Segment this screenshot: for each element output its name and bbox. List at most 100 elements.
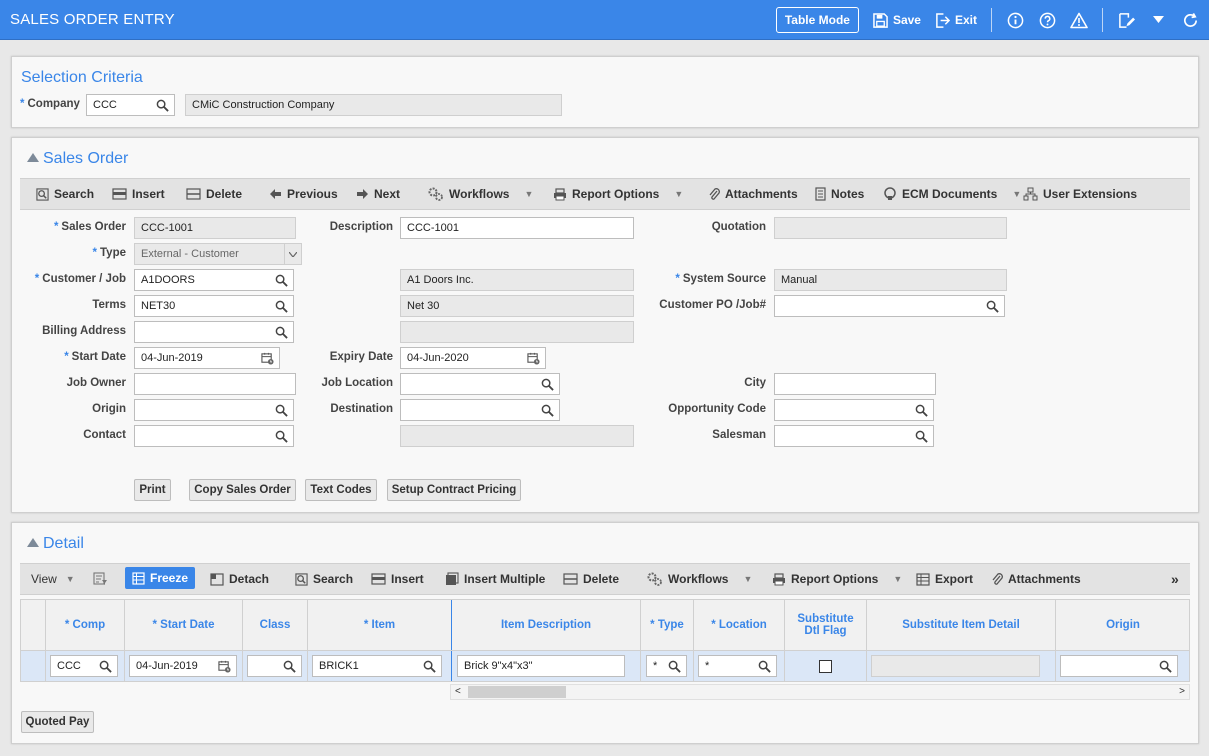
job-location-field[interactable] [400, 373, 560, 395]
destination-field[interactable] [400, 399, 560, 421]
detail-workflows-button[interactable]: Workflows ▼ [647, 572, 752, 586]
info-icon[interactable] [1006, 11, 1024, 29]
search-icon[interactable] [283, 660, 296, 673]
save-button[interactable]: Save [873, 12, 921, 28]
column-header-type[interactable]: * Type [641, 600, 694, 650]
search-icon[interactable] [1159, 660, 1172, 673]
item-field[interactable]: BRICK1 [312, 655, 442, 677]
search-icon[interactable] [275, 430, 288, 443]
origin-field[interactable] [134, 399, 294, 421]
sales-order-title[interactable]: Sales Order [27, 150, 128, 168]
contact-field[interactable] [134, 425, 294, 447]
row-origin-field[interactable] [1060, 655, 1178, 677]
column-header-class[interactable]: Class [243, 600, 308, 650]
detail-search-button[interactable]: Search [295, 572, 353, 586]
city-field[interactable] [774, 373, 936, 395]
detail-insert-button[interactable]: Insert [371, 572, 424, 586]
view-menu[interactable]: View ▼ [31, 572, 75, 586]
chevron-down-icon[interactable] [284, 244, 301, 264]
next-button[interactable]: Next [356, 187, 400, 201]
insert-button[interactable]: Insert [112, 187, 165, 201]
warning-icon[interactable] [1070, 11, 1088, 29]
start-date-field[interactable]: 04-Jun-2019 [134, 347, 280, 369]
scroll-left-icon[interactable]: < [455, 686, 461, 697]
detail-title[interactable]: Detail [27, 535, 84, 553]
exit-button[interactable]: Exit [935, 12, 977, 28]
type-select[interactable]: External - Customer [134, 243, 302, 265]
company-field[interactable]: CCC [86, 94, 175, 116]
column-header-start-date[interactable]: * Start Date [125, 600, 243, 650]
detail-report-options-button[interactable]: Report Options ▼ [772, 572, 902, 586]
location-field[interactable]: * [698, 655, 777, 677]
customer-job-field[interactable]: A1DOORS [134, 269, 294, 291]
collapse-triangle-icon[interactable] [27, 153, 39, 162]
search-icon[interactable] [986, 300, 999, 313]
ecm-documents-button[interactable]: ECM Documents ▼ [883, 187, 1021, 201]
terms-field[interactable]: NET30 [134, 295, 294, 317]
export-button[interactable]: Export [916, 572, 973, 586]
search-icon[interactable] [541, 404, 554, 417]
freeze-button[interactable]: Freeze [125, 567, 196, 589]
column-header-substitute-item-detail[interactable]: Substitute Item Detail [867, 600, 1056, 650]
delete-button[interactable]: Delete [186, 187, 242, 201]
substitute-dtl-flag-checkbox[interactable] [819, 660, 832, 673]
scrollbar-thumb[interactable] [468, 686, 566, 698]
description-field[interactable]: CCC-1001 [400, 217, 634, 239]
search-icon[interactable] [423, 660, 436, 673]
column-header-substitute-dtl-flag[interactable]: Substitute Dtl Flag [785, 600, 867, 650]
search-icon[interactable] [275, 300, 288, 313]
salesman-field[interactable] [774, 425, 934, 447]
edit-icon[interactable] [1117, 11, 1135, 29]
search-icon[interactable] [541, 378, 554, 391]
help-icon[interactable] [1038, 11, 1056, 29]
class-field[interactable] [247, 655, 302, 677]
previous-button[interactable]: Previous [269, 187, 338, 201]
user-extensions-button[interactable]: User Extensions [1023, 187, 1137, 201]
search-icon[interactable] [668, 660, 681, 673]
job-owner-field[interactable] [134, 373, 296, 395]
query-by-example-button[interactable] [93, 572, 108, 586]
detail-delete-button[interactable]: Delete [563, 572, 619, 586]
opportunity-code-field[interactable] [774, 399, 934, 421]
workflows-button[interactable]: Workflows ▼ [428, 187, 533, 201]
detach-button[interactable]: Detach [210, 572, 269, 586]
column-header-comp[interactable]: * Comp [46, 600, 125, 650]
expiry-date-field[interactable]: 04-Jun-2020 [400, 347, 546, 369]
customer-po-field[interactable] [774, 295, 1005, 317]
row-start-date-field[interactable]: 04-Jun-2019 [129, 655, 237, 677]
refresh-icon[interactable] [1181, 11, 1199, 29]
notes-button[interactable]: Notes [815, 187, 864, 201]
calendar-icon[interactable] [218, 660, 231, 673]
search-icon[interactable] [275, 404, 288, 417]
column-header-location[interactable]: * Location [694, 600, 785, 650]
item-description-field[interactable]: Brick 9"x4"x3" [457, 655, 625, 677]
comp-field[interactable]: CCC [50, 655, 118, 677]
table-mode-button[interactable]: Table Mode [775, 7, 859, 33]
report-options-button[interactable]: Report Options ▼ [553, 187, 683, 201]
search-icon[interactable] [275, 326, 288, 339]
calendar-icon[interactable] [261, 352, 274, 365]
column-header-origin[interactable]: Origin [1056, 600, 1190, 650]
billing-address-field[interactable] [134, 321, 294, 343]
copy-sales-order-button[interactable]: Copy Sales Order [189, 479, 296, 501]
chevron-down-icon[interactable] [1149, 11, 1167, 29]
search-icon[interactable] [156, 99, 169, 112]
insert-multiple-button[interactable]: Insert Multiple [445, 572, 545, 586]
search-icon[interactable] [915, 404, 928, 417]
column-header-item[interactable]: * Item [308, 600, 452, 650]
row-selector[interactable] [21, 651, 46, 681]
horizontal-scrollbar[interactable]: < > [450, 684, 1190, 700]
more-toolbar-icon[interactable]: » [1171, 571, 1179, 587]
setup-contract-pricing-button[interactable]: Setup Contract Pricing [387, 479, 521, 501]
search-icon[interactable] [99, 660, 112, 673]
search-icon[interactable] [275, 274, 288, 287]
attachments-button[interactable]: Attachments [708, 187, 798, 201]
text-codes-button[interactable]: Text Codes [305, 479, 377, 501]
table-row[interactable]: CCC 04-Jun-2019 BRICK1 Brick 9"x4"x3" * … [20, 650, 1190, 682]
column-header-item-description[interactable]: Item Description [452, 600, 641, 650]
scroll-right-icon[interactable]: > [1179, 686, 1185, 697]
detail-attachments-button[interactable]: Attachments [991, 572, 1081, 586]
search-button[interactable]: Search [36, 187, 94, 201]
search-icon[interactable] [758, 660, 771, 673]
row-type-field[interactable]: * [646, 655, 687, 677]
